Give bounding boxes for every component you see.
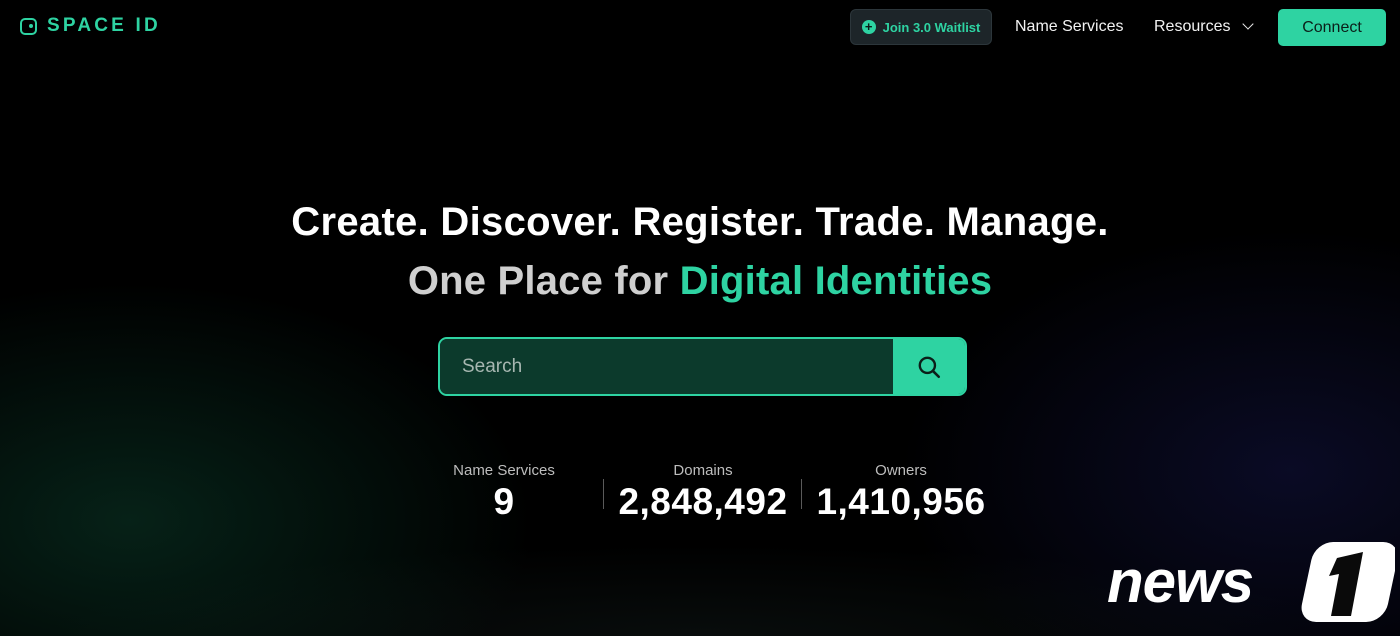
search-input[interactable] <box>440 339 893 394</box>
hero-subline: One Place for Digital Identities <box>0 259 1400 304</box>
stat-value: 9 <box>493 481 515 522</box>
space-id-logo[interactable]: SPACE ID <box>20 15 161 37</box>
connect-button[interactable]: Connect <box>1278 9 1386 46</box>
logo-text: SPACE ID <box>47 15 161 36</box>
waitlist-label: Join 3.0 Waitlist <box>882 19 981 35</box>
stat-owners: Owners 1,410,956 <box>806 462 996 523</box>
landing-page: SPACE ID + Join 3.0 Waitlist Name Servic… <box>0 0 1400 636</box>
hero-headline: Create. Discover. Register. Trade. Manag… <box>291 200 1109 244</box>
stat-label: Owners <box>875 462 927 479</box>
search-icon <box>918 356 941 378</box>
stat-divider <box>801 479 802 509</box>
nav-name-services[interactable]: Name Services <box>1015 18 1123 36</box>
search-button[interactable] <box>893 339 965 394</box>
join-waitlist-button[interactable]: + Join 3.0 Waitlist <box>850 9 992 45</box>
chevron-down-icon[interactable] <box>1242 18 1254 30</box>
stat-domains: Domains 2,848,492 <box>608 462 798 523</box>
subline-prefix: One Place for <box>407 259 680 303</box>
nav-resources[interactable]: Resources <box>1154 18 1230 36</box>
stat-name-services: Name Services 9 <box>434 462 574 523</box>
logo-icon <box>20 17 37 35</box>
subline-accent: Digital Identities <box>679 259 993 303</box>
news1-watermark-logo: news <box>1107 542 1395 622</box>
stat-value: 2,848,492 <box>618 481 788 522</box>
svg-text:news: news <box>1107 548 1253 615</box>
stat-divider <box>603 479 604 509</box>
search-bar <box>438 337 967 396</box>
stat-label: Name Services <box>453 462 555 479</box>
plus-circle-icon: + <box>861 20 876 34</box>
stat-value: 1,410,956 <box>816 481 986 522</box>
stat-label: Domains <box>673 462 733 479</box>
